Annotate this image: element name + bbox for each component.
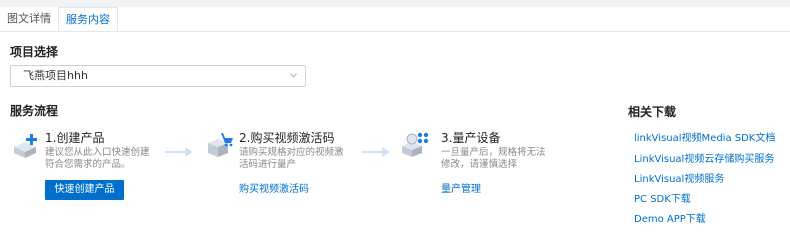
step-2-desc: 请购买规格对应的视频激活码进行量产 [239, 147, 344, 170]
tab-details[interactable]: 图文详情 [0, 7, 58, 31]
arrow-right-icon [165, 147, 193, 157]
downloads-heading: 相关下载 [628, 105, 677, 119]
download-link-media-sdk-doc[interactable]: linkVisual视频Media SDK文档 [634, 129, 775, 144]
download-link-video-service[interactable]: LinkVisual视频服务 [634, 170, 724, 185]
project-select[interactable]: 飞燕项目hhh [10, 65, 306, 87]
arrow-right-icon [362, 147, 390, 157]
mass-production-icon [402, 132, 429, 157]
project-heading: 项目选择 [10, 45, 59, 59]
chevron-down-icon [290, 73, 297, 78]
quick-create-product-button[interactable]: 快速创建产品 [45, 180, 124, 200]
tab-bar: 图文详情 服务内容 [0, 7, 790, 32]
project-select-value: 飞燕项目hhh [23, 69, 88, 82]
flow-heading: 服务流程 [10, 104, 59, 118]
download-link-demo-app[interactable]: Demo APP下载 [634, 210, 706, 225]
tab-service-content[interactable]: 服务内容 [58, 7, 118, 31]
top-strip [0, 0, 790, 7]
buy-video-code-link[interactable]: 购买视频激活码 [239, 180, 309, 195]
step-3-title: 3.量产设备 [441, 131, 501, 145]
download-link-cloud-storage[interactable]: LinkVisual视频云存储购买服务 [634, 150, 774, 165]
download-link-pc-sdk[interactable]: PC SDK下载 [634, 190, 691, 205]
purchase-code-icon [208, 133, 233, 157]
step-2-title: 2.购买视频激活码 [239, 131, 335, 145]
step-3-desc: 一旦量产后，规格将无法修改，请谨慎选择 [441, 147, 546, 170]
step-1-desc: 建议您从此入口快速创建符合您需求的产品。 [45, 147, 150, 170]
step-1-title: 1.创建产品 [45, 131, 105, 145]
mass-production-management-link[interactable]: 量产管理 [441, 180, 481, 195]
create-product-icon [14, 134, 37, 158]
